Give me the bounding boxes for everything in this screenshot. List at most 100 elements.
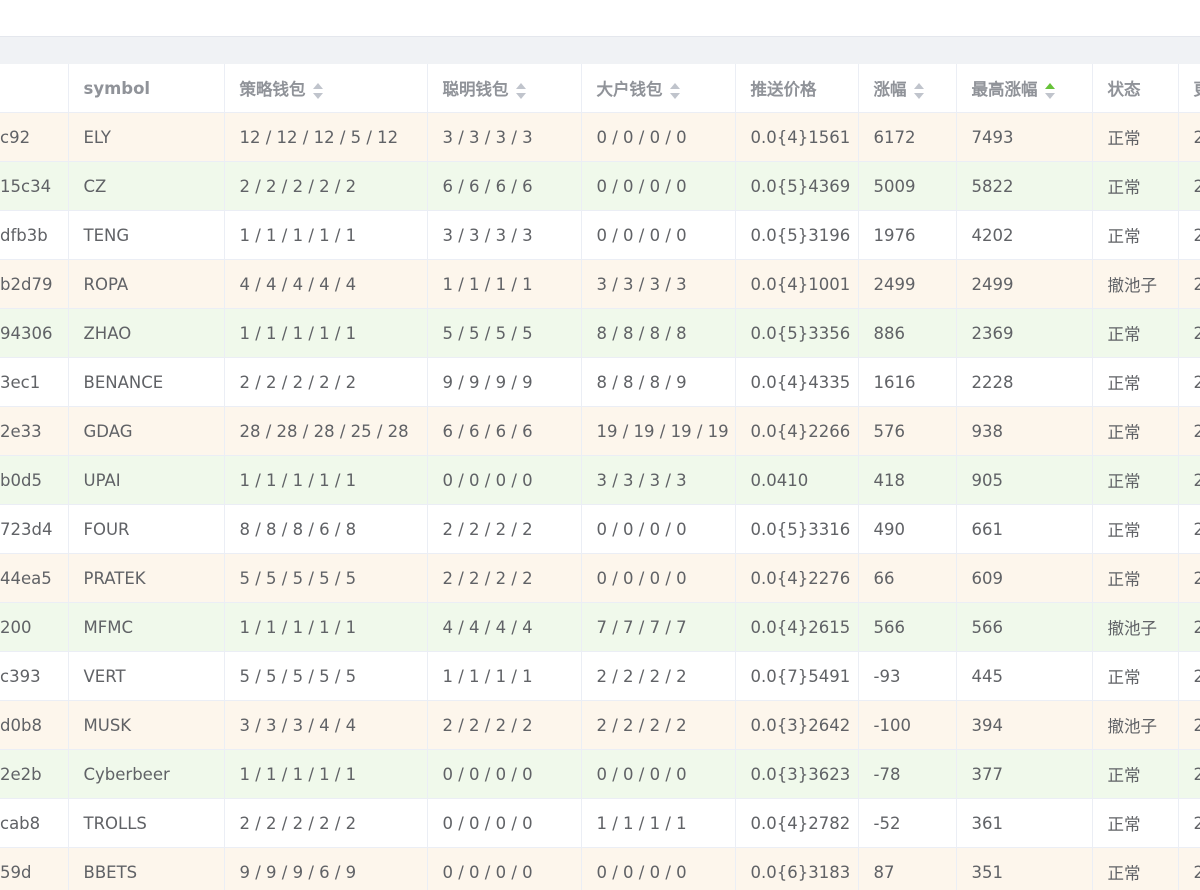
cell-change: 2499 (858, 259, 957, 309)
cell-max-change: 4202 (956, 210, 1093, 260)
cell-updated: 2 (1178, 357, 1200, 407)
cell-strategy-wallet: 1 / 1 / 1 / 1 / 1 (224, 455, 428, 505)
cell-updated: 2 (1178, 749, 1200, 799)
cell-push-price: 0.0{4}2615 (735, 602, 859, 652)
cell-change: 576 (858, 406, 957, 456)
header-label: 最高涨幅 (971, 80, 1038, 99)
cell-address: 2e33 (0, 406, 69, 456)
table-row[interactable]: 723d4 FOUR 8 / 8 / 8 / 6 / 82 / 2 / 2 / 20… (0, 504, 1200, 554)
cell-whale-wallet: 19 / 19 / 19 / 19 (581, 406, 736, 456)
table-row[interactable]: 94306 ZHAO 1 / 1 / 1 / 1 / 15 / 5 / 5 / 58… (0, 308, 1200, 358)
cell-address: 723d4 (0, 504, 69, 554)
cell-symbol: MFMC (68, 602, 225, 652)
cell-strategy-wallet: 9 / 9 / 9 / 6 / 9 (224, 847, 428, 890)
header-label: symbol (83, 78, 151, 98)
cell-status: 正常 (1092, 651, 1179, 701)
cell-updated: 2 (1178, 455, 1200, 505)
cell-strategy-wallet: 1 / 1 / 1 / 1 / 1 (224, 749, 428, 799)
cell-status: 正常 (1092, 161, 1179, 211)
cell-updated: 2 (1178, 504, 1200, 554)
table-row[interactable]: 59d BBETS 9 / 9 / 9 / 6 / 90 / 0 / 0 / 00 … (0, 847, 1200, 890)
cell-max-change: 361 (956, 798, 1093, 848)
table-row[interactable]: b2d79 ROPA 4 / 4 / 4 / 4 / 41 / 1 / 1 / 13… (0, 259, 1200, 309)
header-label: 涨幅 (873, 80, 907, 99)
header-smart-wallet[interactable]: 聪明钱包 (427, 64, 582, 113)
cell-max-change: 905 (956, 455, 1093, 505)
sort-caret-icon[interactable] (1044, 82, 1056, 100)
cell-max-change: 661 (956, 504, 1093, 554)
cell-whale-wallet: 0 / 0 / 0 / 0 (581, 112, 736, 162)
header-label: 状态 (1107, 80, 1141, 99)
table-row[interactable]: c393 VERT 5 / 5 / 5 / 5 / 51 / 1 / 1 / 12 … (0, 651, 1200, 701)
header-max-change[interactable]: 最高涨幅 (956, 64, 1093, 113)
cell-change: 5009 (858, 161, 957, 211)
cell-updated: 2 (1178, 847, 1200, 890)
cell-symbol: ZHAO (68, 308, 225, 358)
table-row[interactable]: 3ec1 BENANCE 2 / 2 / 2 / 2 / 29 / 9 / 9 / … (0, 357, 1200, 407)
cell-push-price: 0.0410 (735, 455, 859, 505)
cell-address: 44ea5 (0, 553, 69, 603)
cell-symbol: TENG (68, 210, 225, 260)
cell-status: 正常 (1092, 553, 1179, 603)
cell-whale-wallet: 2 / 2 / 2 / 2 (581, 700, 736, 750)
table-row[interactable]: 2e33 GDAG 28 / 28 / 28 / 25 / 28 6 / 6 / 6 … (0, 406, 1200, 456)
cell-strategy-wallet: 1 / 1 / 1 / 1 / 1 (224, 210, 428, 260)
cell-change: 418 (858, 455, 957, 505)
table-row[interactable]: b0d5 UPAI 1 / 1 / 1 / 1 / 10 / 0 / 0 / 03 … (0, 455, 1200, 505)
cell-address: 94306 (0, 308, 69, 358)
header-change[interactable]: 涨幅 (858, 64, 957, 113)
cell-strategy-wallet: 4 / 4 / 4 / 4 / 4 (224, 259, 428, 309)
token-table: symbol 策略钱包 聪明钱包 大户钱包 推送价格 涨幅 最高涨幅 状态 更 … (0, 64, 1200, 890)
header-whale-wallet[interactable]: 大户钱包 (581, 64, 736, 113)
cell-address: b2d79 (0, 259, 69, 309)
cell-change: 1616 (858, 357, 957, 407)
cell-status: 撤池子 (1092, 259, 1179, 309)
cell-smart-wallet: 3 / 3 / 3 / 3 (427, 112, 582, 162)
cell-push-price: 0.0{5}3316 (735, 504, 859, 554)
cell-max-change: 2228 (956, 357, 1093, 407)
cell-max-change: 351 (956, 847, 1093, 890)
cell-max-change: 377 (956, 749, 1093, 799)
cell-max-change: 609 (956, 553, 1093, 603)
header-strategy-wallet[interactable]: 策略钱包 (224, 64, 428, 113)
table-row[interactable]: 15c34 CZ 2 / 2 / 2 / 2 / 26 / 6 / 6 / 60 /… (0, 161, 1200, 211)
cell-address: 200 (0, 602, 69, 652)
cell-status: 正常 (1092, 308, 1179, 358)
cell-change: 1976 (858, 210, 957, 260)
cell-updated: 2 (1178, 161, 1200, 211)
cell-change: 6172 (858, 112, 957, 162)
cell-whale-wallet: 0 / 0 / 0 / 0 (581, 553, 736, 603)
cell-updated: 2 (1178, 602, 1200, 652)
cell-smart-wallet: 0 / 0 / 0 / 0 (427, 455, 582, 505)
table-row[interactable]: cab8 TROLLS 2 / 2 / 2 / 2 / 20 / 0 / 0 / 0… (0, 798, 1200, 848)
cell-smart-wallet: 2 / 2 / 2 / 2 (427, 504, 582, 554)
cell-smart-wallet: 9 / 9 / 9 / 9 (427, 357, 582, 407)
cell-symbol: ELY (68, 112, 225, 162)
cell-symbol: FOUR (68, 504, 225, 554)
cell-whale-wallet: 3 / 3 / 3 / 3 (581, 259, 736, 309)
sort-caret-icon[interactable] (669, 82, 681, 100)
sort-caret-icon[interactable] (913, 82, 925, 100)
header-label: 推送价格 (750, 80, 817, 99)
cell-status: 撤池子 (1092, 700, 1179, 750)
cell-status: 正常 (1092, 210, 1179, 260)
cell-strategy-wallet: 5 / 5 / 5 / 5 / 5 (224, 651, 428, 701)
cell-symbol: BENANCE (68, 357, 225, 407)
table-row[interactable]: 44ea5 PRATEK 5 / 5 / 5 / 5 / 52 / 2 / 2 / … (0, 553, 1200, 603)
table-row[interactable]: c92 ELY 12 / 12 / 12 / 5 / 12 3 / 3 / 3 / 3… (0, 112, 1200, 162)
table-row[interactable]: dfb3b TENG 1 / 1 / 1 / 1 / 13 / 3 / 3 / 30… (0, 210, 1200, 260)
cell-max-change: 394 (956, 700, 1093, 750)
sort-caret-icon[interactable] (515, 82, 527, 100)
cell-address: 59d (0, 847, 69, 890)
header-updated: 更 (1178, 64, 1200, 113)
cell-address: c92 (0, 112, 69, 162)
cell-smart-wallet: 4 / 4 / 4 / 4 (427, 602, 582, 652)
table-row[interactable]: d0b8 MUSK 3 / 3 / 3 / 4 / 42 / 2 / 2 / 22 … (0, 700, 1200, 750)
cell-strategy-wallet: 5 / 5 / 5 / 5 / 5 (224, 553, 428, 603)
cell-smart-wallet: 3 / 3 / 3 / 3 (427, 210, 582, 260)
cell-updated: 2 (1178, 259, 1200, 309)
cell-push-price: 0.0{4}4335 (735, 357, 859, 407)
table-row[interactable]: 2e2b Cyberbeer 1 / 1 / 1 / 1 / 10 / 0 / 0 … (0, 749, 1200, 799)
table-row[interactable]: 200 MFMC 1 / 1 / 1 / 1 / 14 / 4 / 4 / 47 /… (0, 602, 1200, 652)
sort-caret-icon[interactable] (312, 82, 324, 100)
